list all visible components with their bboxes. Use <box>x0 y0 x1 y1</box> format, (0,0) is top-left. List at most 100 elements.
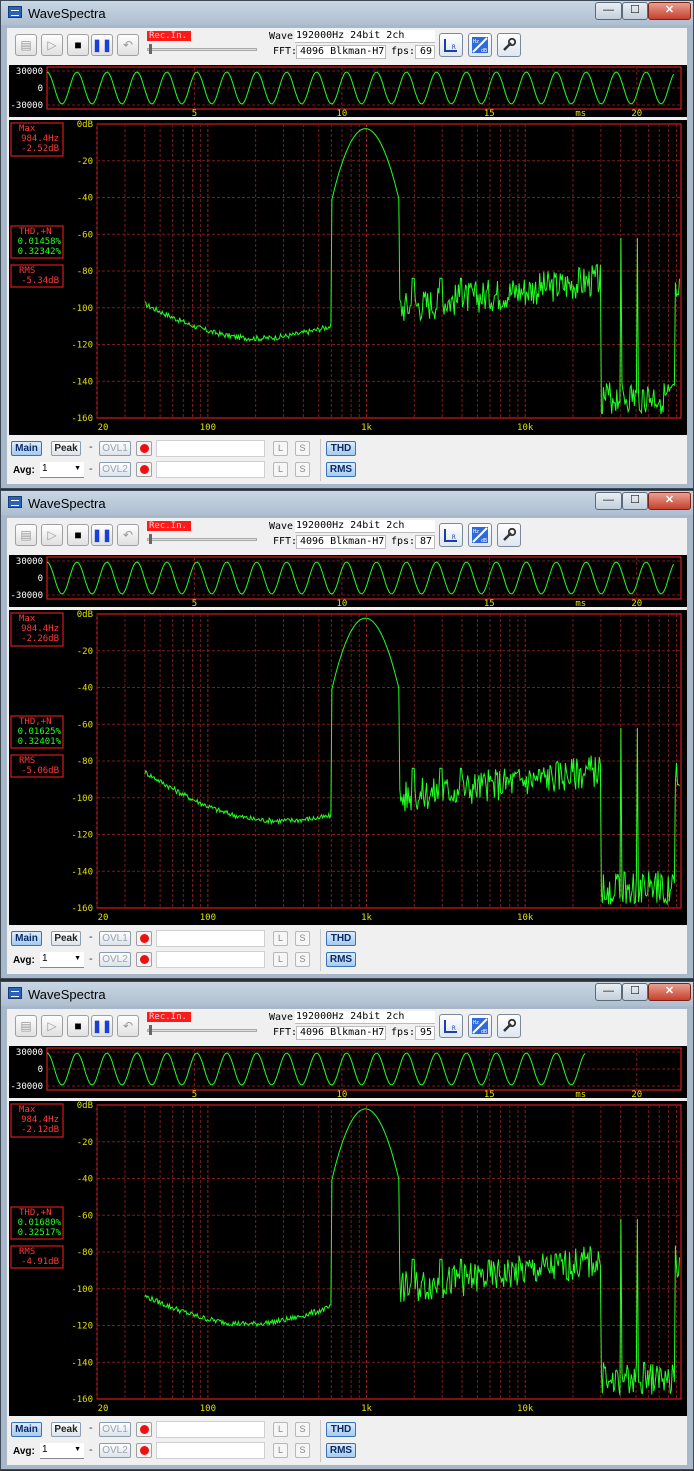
thdn-value: 0.32401% <box>18 737 62 747</box>
overlay1-load-button[interactable]: L <box>273 931 288 946</box>
main-button[interactable]: Main <box>11 441 42 456</box>
overlay2-name-field[interactable] <box>156 951 265 968</box>
stop-button[interactable]: ■ <box>67 34 89 56</box>
open-file-icon[interactable]: ▤ <box>15 1015 37 1037</box>
settings-button[interactable] <box>497 33 521 57</box>
overlay1-name-field[interactable] <box>156 1421 265 1438</box>
close-button[interactable]: ✕ <box>648 2 691 20</box>
spectrum-panel[interactable]: 0dB -20 -40 -60 -80 -100 -120 -140 -160 20 100 1k 10… <box>9 1101 687 1416</box>
rms-button[interactable]: RMS <box>326 952 356 967</box>
average-select[interactable]: 1 ▼ <box>40 1443 84 1459</box>
play-icon[interactable]: ▷ <box>41 524 63 546</box>
overlay2-save-button[interactable]: S <box>295 1443 310 1458</box>
overlay1-button[interactable]: OVL1 <box>99 1422 131 1437</box>
record-overlay1-icon[interactable] <box>136 1422 152 1437</box>
open-file-icon[interactable]: ▤ <box>15 34 37 56</box>
reload-icon[interactable]: ↶ <box>117 1015 139 1037</box>
overlay2-load-button[interactable]: L <box>273 462 288 477</box>
frequency-scale-button[interactable]: Hz dB <box>468 523 492 547</box>
channel-lr-button[interactable]: R <box>439 1014 463 1038</box>
maximize-button[interactable]: ☐ <box>622 2 648 20</box>
record-overlay2-icon[interactable] <box>136 462 152 477</box>
pause-button[interactable]: ❚❚ <box>91 1015 113 1037</box>
rms-button[interactable]: RMS <box>326 462 356 477</box>
frequency-scale-button[interactable]: Hz dB <box>468 33 492 57</box>
overlay2-button[interactable]: OVL2 <box>99 1443 131 1458</box>
waveform-panel[interactable]: 30000 0 -30000 5 10 15 ms 20 <box>9 1046 687 1100</box>
overlay2-button[interactable]: OVL2 <box>99 952 131 967</box>
pause-button[interactable]: ❚❚ <box>91 524 113 546</box>
channel-lr-button[interactable]: R <box>439 33 463 57</box>
input-level-slider[interactable] <box>147 48 257 51</box>
play-icon[interactable]: ▷ <box>41 34 63 56</box>
waveform-y-tick: 0 <box>38 574 43 584</box>
overlay2-load-button[interactable]: L <box>273 1443 288 1458</box>
spectrum-panel[interactable]: 0dB -20 -40 -60 -80 -100 -120 -140 -160 20 100 1k 10… <box>9 120 687 435</box>
peak-button[interactable]: Peak <box>51 931 81 946</box>
peak-button[interactable]: Peak <box>51 1422 81 1437</box>
fps-label: fps: <box>391 536 416 547</box>
channel-lr-button[interactable]: R <box>439 523 463 547</box>
minimize-button[interactable]: — <box>595 983 622 1001</box>
thd-button[interactable]: THD <box>326 441 356 456</box>
spectrum-panel[interactable]: 0dB -20 -40 -60 -80 -100 -120 -140 -160 20 100 1k 10… <box>9 610 687 925</box>
rms-button[interactable]: RMS <box>326 1443 356 1458</box>
title-bar[interactable]: WaveSpectra — ☐ ✕ <box>1 491 693 515</box>
thd-button[interactable]: THD <box>326 931 356 946</box>
overlay1-save-button[interactable]: S <box>295 931 310 946</box>
waveform-y-tick: 0 <box>38 84 43 94</box>
close-button[interactable]: ✕ <box>648 492 691 510</box>
overlay1-name-field[interactable] <box>156 440 265 457</box>
overlay2-name-field[interactable] <box>156 461 265 478</box>
record-overlay1-icon[interactable] <box>136 931 152 946</box>
frequency-scale-button[interactable]: Hz dB <box>468 1014 492 1038</box>
overlay1-load-button[interactable]: L <box>273 1422 288 1437</box>
main-button[interactable]: Main <box>11 931 42 946</box>
waveform-panel[interactable]: 30000 0 -30000 5 10 15 ms 20 <box>9 555 687 609</box>
average-select[interactable]: 1 ▼ <box>40 952 84 968</box>
stop-button[interactable]: ■ <box>67 1015 89 1037</box>
overlay1-save-button[interactable]: S <box>295 441 310 456</box>
settings-button[interactable] <box>497 523 521 547</box>
maximize-button[interactable]: ☐ <box>622 492 648 510</box>
reload-icon[interactable]: ↶ <box>117 524 139 546</box>
slider-thumb[interactable] <box>149 534 152 544</box>
overlay2-save-button[interactable]: S <box>295 462 310 477</box>
reload-icon[interactable]: ↶ <box>117 34 139 56</box>
waveform-panel[interactable]: 30000 0 -30000 5 10 15 ms 20 <box>9 65 687 119</box>
minimize-button[interactable]: — <box>595 492 622 510</box>
settings-button[interactable] <box>497 1014 521 1038</box>
title-bar[interactable]: WaveSpectra — ☐ ✕ <box>1 982 693 1006</box>
overlay2-button[interactable]: OVL2 <box>99 462 131 477</box>
overlay2-load-button[interactable]: L <box>273 952 288 967</box>
record-overlay2-icon[interactable] <box>136 1443 152 1458</box>
maximize-button[interactable]: ☐ <box>622 983 648 1001</box>
overlay1-button[interactable]: OVL1 <box>99 931 131 946</box>
input-level-slider[interactable] <box>147 538 257 541</box>
thd-button[interactable]: THD <box>326 1422 356 1437</box>
open-file-icon[interactable]: ▤ <box>15 524 37 546</box>
slider-thumb[interactable] <box>149 44 152 54</box>
overlay1-save-button[interactable]: S <box>295 1422 310 1437</box>
overlay1-load-button[interactable]: L <box>273 441 288 456</box>
record-overlay1-icon[interactable] <box>136 441 152 456</box>
average-select[interactable]: 1 ▼ <box>40 462 84 478</box>
spectrum-y-tick: -80 <box>77 757 93 767</box>
minimize-button[interactable]: — <box>595 2 622 20</box>
overlay2-name-field[interactable] <box>156 1442 265 1459</box>
peak-button[interactable]: Peak <box>51 441 81 456</box>
overlay1-name-field[interactable] <box>156 930 265 947</box>
overlay1-button[interactable]: OVL1 <box>99 441 131 456</box>
input-level-slider[interactable] <box>147 1029 257 1032</box>
slider-thumb[interactable] <box>149 1025 152 1035</box>
max-level: -2.12dB <box>21 1125 59 1135</box>
close-button[interactable]: ✕ <box>648 983 691 1001</box>
title-bar[interactable]: WaveSpectra — ☐ ✕ <box>1 1 693 25</box>
play-icon[interactable]: ▷ <box>41 1015 63 1037</box>
pause-button[interactable]: ❚❚ <box>91 34 113 56</box>
main-button[interactable]: Main <box>11 1422 42 1437</box>
record-overlay2-icon[interactable] <box>136 952 152 967</box>
spectrum-chart: 0dB -20 -40 -60 -80 -100 -120 -140 -160 20 100 1k 10… <box>10 120 682 433</box>
overlay2-save-button[interactable]: S <box>295 952 310 967</box>
stop-button[interactable]: ■ <box>67 524 89 546</box>
